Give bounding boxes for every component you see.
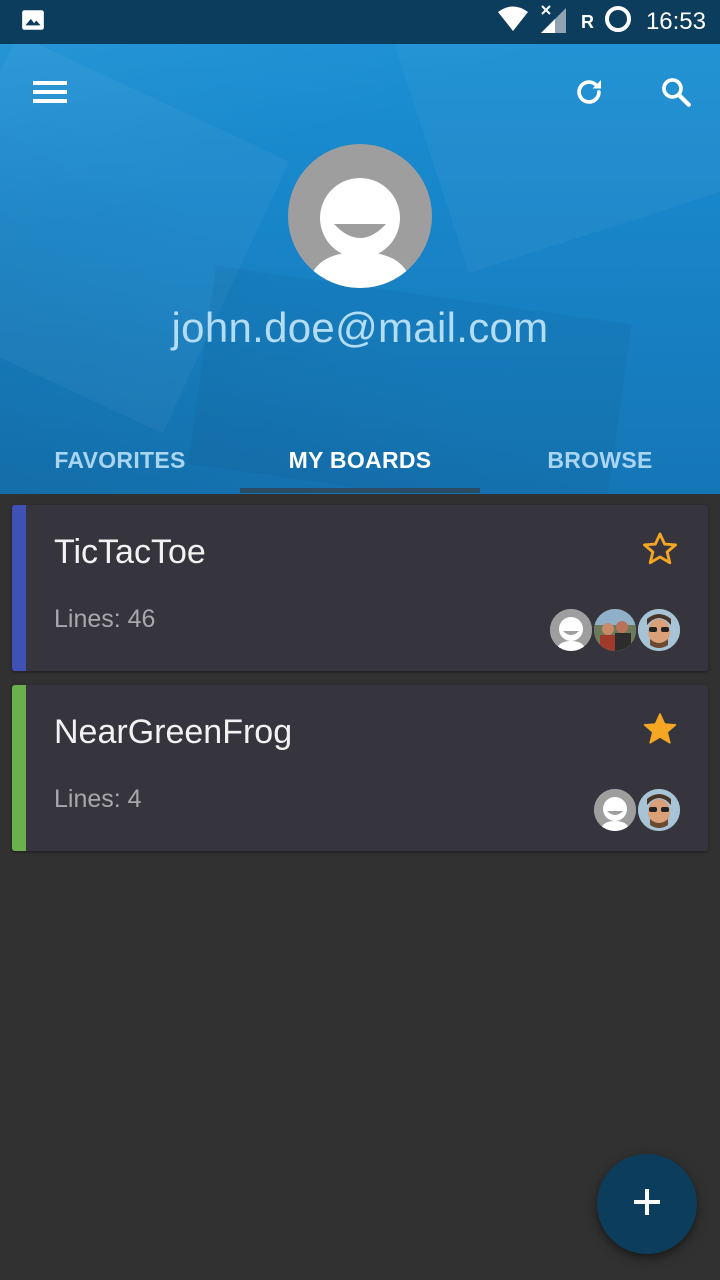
board-color-stripe: [12, 685, 26, 851]
plus-icon: [632, 1187, 662, 1222]
default-avatar: [592, 787, 638, 833]
board-members: [592, 787, 682, 833]
profile-header: john.doe@mail.com FAVORITES MY BOARDS BR…: [0, 44, 720, 494]
star-filled-icon: [641, 710, 679, 753]
signal-icon: [539, 4, 567, 41]
refresh-button[interactable]: [561, 66, 617, 122]
tab-browse[interactable]: BROWSE: [480, 426, 720, 494]
battery-icon: [604, 5, 632, 40]
default-avatar: [548, 607, 594, 653]
sunglasses-man-avatar: [636, 787, 682, 833]
tab-favorites[interactable]: FAVORITES: [0, 426, 240, 494]
board-title: NearGreenFrog: [54, 713, 293, 751]
board-color-stripe: [12, 505, 26, 671]
tab-bar: FAVORITES MY BOARDS BROWSE: [0, 426, 720, 494]
board-card-neargreenfrog[interactable]: NearGreenFrog Lines: 4: [12, 685, 708, 851]
board-lines-count: Lines: 4: [54, 785, 142, 813]
favorite-toggle[interactable]: [640, 531, 680, 571]
board-members: [548, 607, 682, 653]
search-icon: [659, 75, 693, 114]
status-bar: R 16:53: [0, 0, 720, 44]
search-button[interactable]: [648, 66, 704, 122]
refresh-icon: [572, 75, 606, 114]
add-board-button[interactable]: [597, 1154, 697, 1254]
board-title: TicTacToe: [54, 533, 206, 571]
group-photo-avatar: [592, 607, 638, 653]
menu-icon: [33, 79, 67, 110]
status-time: 16:53: [645, 8, 706, 35]
tab-indicator: [240, 488, 480, 493]
tab-my-boards[interactable]: MY BOARDS: [240, 426, 480, 494]
user-email: john.doe@mail.com: [171, 304, 549, 351]
profile-avatar[interactable]: [288, 144, 432, 288]
board-card-tictactoe[interactable]: TicTacToe Lines: 46: [12, 505, 708, 671]
roaming-indicator: R: [580, 11, 594, 32]
image-icon: [20, 7, 46, 38]
favorite-toggle[interactable]: [640, 711, 680, 751]
wifi-icon: [497, 5, 529, 40]
board-lines-count: Lines: 46: [54, 605, 156, 633]
star-outline-icon: [641, 530, 679, 573]
menu-button[interactable]: [22, 66, 78, 122]
sunglasses-man-avatar: [636, 607, 682, 653]
